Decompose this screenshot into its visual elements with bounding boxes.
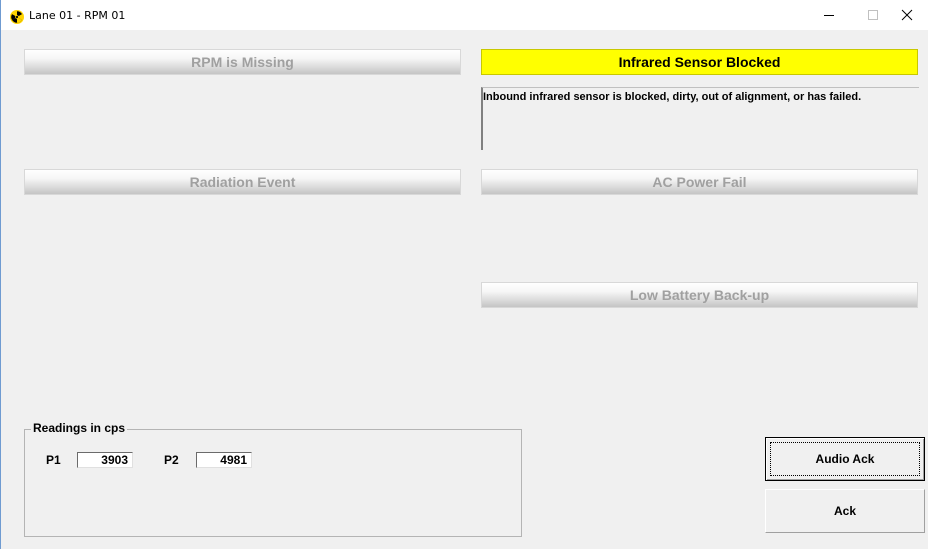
maximize-icon xyxy=(868,10,878,20)
alarm-description: Inbound infrared sensor is blocked, dirt… xyxy=(481,87,919,150)
alarm-panel: RPM is Missing Infrared Sensor Blocked I… xyxy=(1,30,928,549)
close-button[interactable] xyxy=(885,0,928,30)
rpm-missing-indicator: RPM is Missing xyxy=(24,49,461,75)
readings-groupbox xyxy=(24,429,522,537)
focus-rectangle xyxy=(770,442,920,476)
close-icon xyxy=(901,9,913,21)
p1-label: P1 xyxy=(46,453,61,467)
infrared-sensor-blocked-indicator: Infrared Sensor Blocked xyxy=(481,49,918,75)
p2-value: 4981 xyxy=(196,452,252,468)
ac-power-fail-indicator: AC Power Fail xyxy=(481,169,918,195)
radiation-event-indicator: Radiation Event xyxy=(24,169,461,195)
minimize-icon xyxy=(824,15,834,16)
p1-value: 3903 xyxy=(77,452,133,468)
window-title: Lane 01 - RPM 01 xyxy=(29,9,126,22)
app-window: Lane 01 - RPM 01 RPM is Missing Infrared… xyxy=(0,0,928,549)
p2-label: P2 xyxy=(164,453,179,467)
audio-ack-button[interactable]: Audio Ack xyxy=(765,437,925,481)
radiation-icon xyxy=(10,10,24,24)
ack-label: Ack xyxy=(833,504,856,518)
low-battery-indicator: Low Battery Back-up xyxy=(481,282,918,308)
ack-button[interactable]: Ack xyxy=(765,489,925,533)
title-bar[interactable]: Lane 01 - RPM 01 xyxy=(1,0,928,30)
minimize-button[interactable] xyxy=(807,0,851,30)
readings-title: Readings in cps xyxy=(31,421,128,435)
